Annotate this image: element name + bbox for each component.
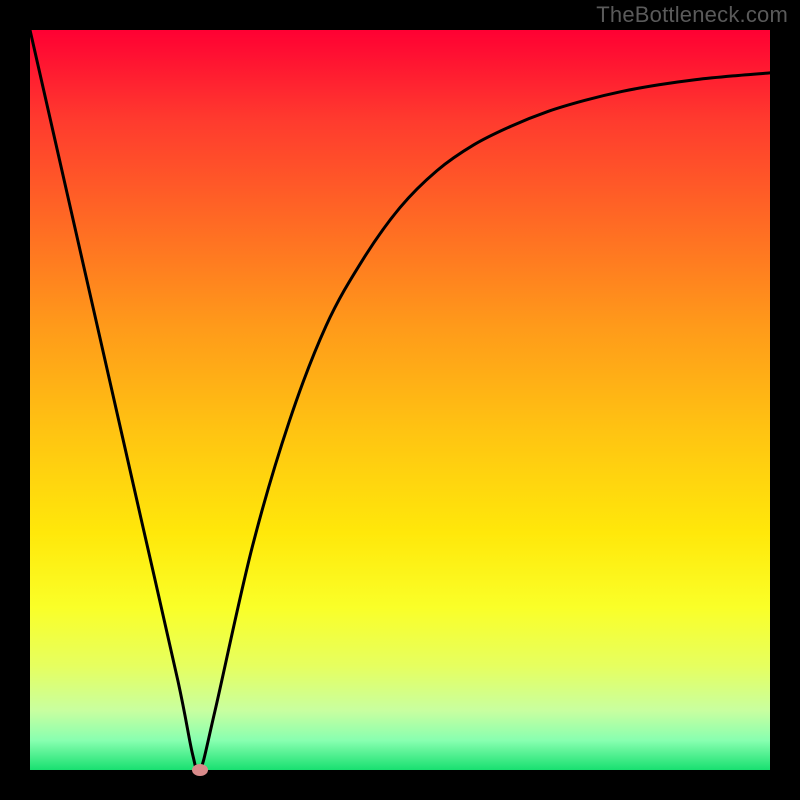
bottleneck-curve [30, 30, 770, 770]
chart-frame: TheBottleneck.com [0, 0, 800, 800]
plot-area [30, 30, 770, 770]
curve-svg [30, 30, 770, 770]
optimal-point-marker [192, 764, 208, 776]
watermark-text: TheBottleneck.com [596, 2, 788, 28]
